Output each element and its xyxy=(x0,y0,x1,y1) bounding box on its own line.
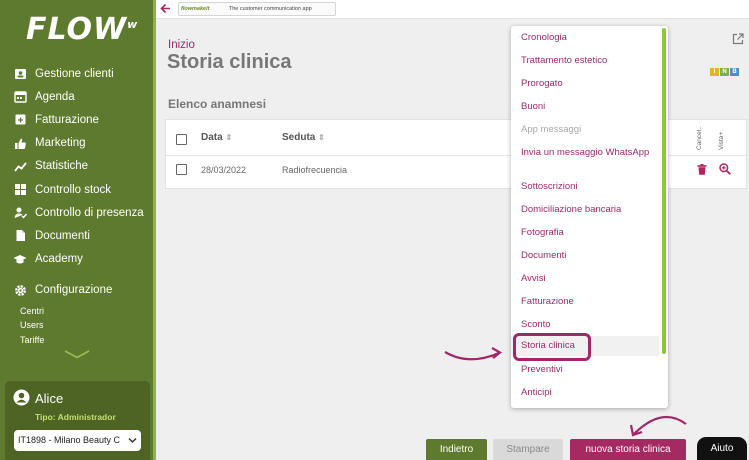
sidebar-item-academy[interactable]: Academy xyxy=(0,248,155,271)
sidebar-item-gestione-clienti[interactable]: Gestione clienti xyxy=(0,62,155,85)
gear-icon xyxy=(13,283,27,297)
sidebar-item-label: Agenda xyxy=(35,90,75,103)
menu-item-buoni[interactable]: Buoni xyxy=(511,101,661,113)
calendar-icon xyxy=(13,90,27,104)
menu-item-sottoscrizioni[interactable]: Sottoscrizioni xyxy=(511,181,661,193)
boxes-icon xyxy=(13,183,27,197)
menu-item-preventivi[interactable]: Preventivi xyxy=(511,364,661,376)
menu-item-sconto[interactable]: Sconto xyxy=(511,319,661,331)
back-arrow-icon[interactable] xyxy=(160,3,171,14)
user-role: Tipo: Administrador xyxy=(35,412,116,422)
print-button[interactable]: Stampare xyxy=(493,439,563,460)
subnav-item-tariffe[interactable]: Tariffe xyxy=(20,333,155,348)
section-title: Elenco anamnesi xyxy=(168,97,267,111)
sidebar-item-documenti[interactable]: Documenti xyxy=(0,224,155,247)
column-header-session[interactable]: Seduta ⇕ xyxy=(282,132,325,143)
sidebar-item-fatturazione[interactable]: Fatturazione xyxy=(0,108,155,131)
column-header-date[interactable]: Data ⇕ xyxy=(201,132,232,143)
sidebar-item-marketing[interactable]: Marketing xyxy=(0,132,155,155)
status-badges: I N B xyxy=(710,68,739,76)
badge-n: N xyxy=(720,68,729,76)
menu-item-cronologia[interactable]: Cronologia xyxy=(511,32,661,44)
select-all-checkbox[interactable] xyxy=(176,134,187,145)
sidebar-item-label: Documenti xyxy=(35,229,90,242)
user-avatar-icon xyxy=(13,389,30,406)
breadcrumb[interactable]: Inizio xyxy=(168,39,195,51)
sidebar-accent-bar xyxy=(153,0,156,460)
row-date: 28/03/2022 xyxy=(201,165,247,175)
selection-highlight xyxy=(513,333,591,361)
menu-item-fotografia[interactable]: Fotografia xyxy=(511,227,661,239)
subnav-item-users[interactable]: Users xyxy=(20,318,155,333)
center-select-value: IT1898 - Milano Beauty C xyxy=(18,435,121,445)
annotation-arrow-icon xyxy=(628,410,690,438)
menu-item-app-messaggi: App messaggi xyxy=(521,124,582,135)
sidebar-item-configurazione[interactable]: Configurazione xyxy=(0,279,155,302)
new-clinical-history-button[interactable]: nuova storia clinica xyxy=(570,439,686,460)
user-check-icon xyxy=(13,206,27,220)
external-link-icon[interactable] xyxy=(732,33,744,45)
app-logo[interactable]: FLOWw xyxy=(26,12,138,47)
sidebar-item-statistiche[interactable]: Statistiche xyxy=(0,155,155,178)
user-name: Alice xyxy=(35,391,64,406)
column-header-delete: Cancel.. xyxy=(696,126,703,150)
sidebar-item-label: Configurazione xyxy=(35,284,113,297)
menu-scrollbar[interactable] xyxy=(662,28,666,354)
chevron-down-icon xyxy=(128,436,137,445)
app-banner[interactable]: flowmakeit The customer communication ap… xyxy=(178,2,336,16)
graduation-cap-icon xyxy=(13,252,27,266)
row-session: Radiofrecuencia xyxy=(282,165,348,175)
user-card: Alice Tipo: Administrador IT1898 - Milan… xyxy=(5,381,150,460)
sidebar-item-controllo-presenza[interactable]: Controllo di presenza xyxy=(0,201,155,224)
sidebar-item-label: Controllo di presenza xyxy=(35,206,144,219)
banner-text: The customer communication app xyxy=(228,6,312,12)
sidebar-item-agenda[interactable]: Agenda xyxy=(0,85,155,108)
sidebar-item-label: Statistiche xyxy=(35,160,89,173)
config-subnav: Centri Users Tariffe xyxy=(0,304,155,348)
menu-item-fatturazione[interactable]: Fatturazione xyxy=(511,296,661,308)
sidebar: FLOWw Gestione clienti Agenda Fatturazio… xyxy=(0,0,155,460)
chart-icon xyxy=(13,159,27,173)
menu-item-documenti[interactable]: Documenti xyxy=(511,250,661,262)
menu-item-anticipi[interactable]: Anticipi xyxy=(511,387,661,399)
thumbs-up-icon xyxy=(13,136,27,150)
sidebar-item-controllo-stock[interactable]: Controllo stock xyxy=(0,178,155,201)
page-title: Storia clinica xyxy=(167,51,292,73)
sidebar-item-label: Marketing xyxy=(35,137,86,150)
topbar: flowmakeit The customer communication ap… xyxy=(156,0,749,19)
annotation-arrow-icon xyxy=(443,340,505,362)
badge-i: I xyxy=(710,68,719,76)
menu-item-trattamento-estetico[interactable]: Trattamento estetico xyxy=(511,55,661,67)
back-button[interactable]: Indietro xyxy=(426,439,487,460)
sidebar-item-label: Gestione clienti xyxy=(35,67,114,80)
menu-item-prorogato[interactable]: Prorogato xyxy=(511,78,661,90)
sidebar-item-label: Academy xyxy=(35,253,83,266)
sidebar-nav: Gestione clienti Agenda Fatturazione Mar… xyxy=(0,62,155,347)
sidebar-item-label: Controllo stock xyxy=(35,183,112,196)
row-checkbox[interactable] xyxy=(176,164,187,175)
banner-brand: flowmakeit xyxy=(181,6,210,12)
chevron-down-icon[interactable] xyxy=(64,350,90,359)
center-select[interactable]: IT1898 - Milano Beauty C xyxy=(14,430,141,451)
badge-b: B xyxy=(730,68,739,76)
sidebar-item-label: Fatturazione xyxy=(35,113,99,126)
zoom-in-icon[interactable] xyxy=(719,163,731,175)
person-card-icon xyxy=(13,67,27,81)
menu-item-domiciliazione[interactable]: Domiciliazione bancaria xyxy=(511,204,661,216)
subnav-item-centri[interactable]: Centri xyxy=(20,304,155,319)
menu-item-avvisi[interactable]: Avvisi xyxy=(511,273,661,285)
help-button[interactable]: Aiuto xyxy=(697,437,747,460)
column-header-view: Vista+ xyxy=(718,131,725,150)
document-icon xyxy=(13,229,27,243)
menu-item-whatsapp[interactable]: Invia un messaggio WhatsApp xyxy=(511,147,651,159)
invoice-icon xyxy=(13,113,27,127)
trash-icon[interactable] xyxy=(697,164,707,175)
